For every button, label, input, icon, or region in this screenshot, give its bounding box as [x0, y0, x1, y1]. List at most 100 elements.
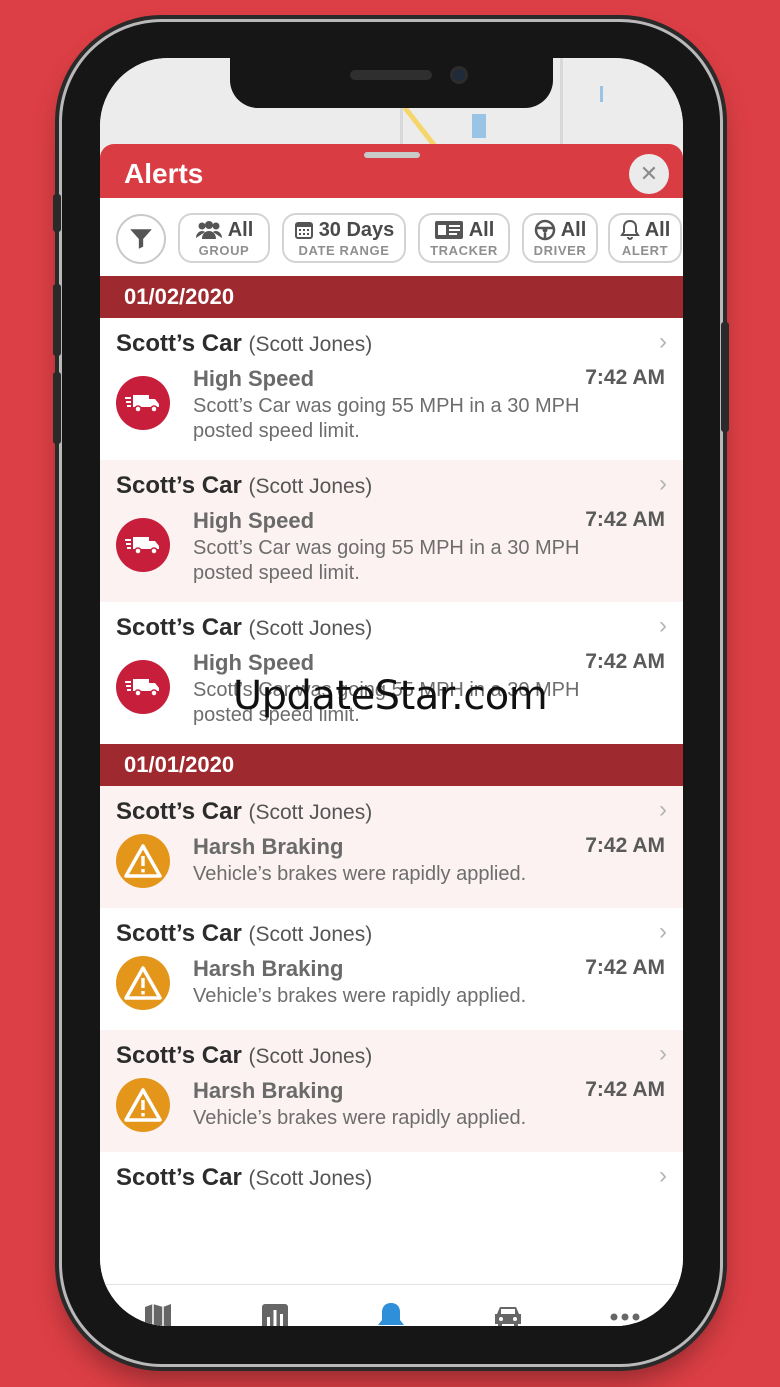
filter-chip-tracker[interactable]: All TRACKER — [418, 213, 510, 263]
tab-trackers[interactable]: Trackers — [450, 1285, 567, 1326]
speeding-truck-icon — [116, 518, 170, 572]
chevron-right-icon: › — [659, 470, 667, 497]
filter-chip-alert[interactable]: All ALERT — [608, 213, 682, 263]
warning-icon — [116, 956, 170, 1010]
filter-button[interactable] — [116, 214, 166, 264]
vehicle-name: Scott’s Car — [116, 1164, 242, 1191]
alert-description: Vehicle’s brakes were rapidly applied. — [193, 1107, 527, 1129]
alert-row[interactable]: Scott’s Car (Scott Jones) › High Speed 7:42… — [100, 460, 683, 602]
more-dots-icon — [609, 1301, 641, 1326]
bar-chart-icon — [261, 1301, 289, 1326]
driver-name: (Scott Jones) — [248, 923, 373, 946]
vehicle-name: Scott’s Car — [116, 798, 242, 825]
tab-alerts[interactable]: Alerts — [333, 1285, 450, 1326]
vehicle-name: Scott’s Car — [116, 472, 242, 499]
vehicle-title: Scott’s Car (Scott Jones) — [116, 798, 372, 826]
tab-more[interactable]: More — [566, 1285, 683, 1326]
calendar-icon — [294, 220, 314, 240]
vehicle-title: Scott’s Car (Scott Jones) — [116, 472, 372, 500]
chip-value: All — [560, 218, 587, 241]
chevron-right-icon: › — [659, 918, 667, 945]
alert-type: Harsh Braking — [193, 834, 344, 859]
close-icon: ✕ — [639, 161, 659, 186]
alert-row[interactable]: Scott’s Car (Scott Jones) › — [100, 1152, 683, 1212]
filter-icon — [130, 229, 152, 249]
chip-top: All — [534, 218, 587, 241]
alert-description: Vehicle’s brakes were rapidly applied. — [193, 985, 527, 1007]
chip-label: GROUP — [198, 242, 250, 258]
filter-chip-group[interactable]: All GROUP — [178, 213, 270, 263]
vehicle-name: Scott’s Car — [116, 1042, 242, 1069]
chevron-right-icon: › — [659, 612, 667, 639]
chevron-right-icon: › — [659, 1040, 667, 1067]
alert-description: Vehicle’s brakes were rapidly applied. — [193, 863, 527, 885]
alert-type: Harsh Braking — [193, 956, 344, 981]
date-header: 01/02/2020 — [100, 276, 683, 318]
chip-value: All — [468, 218, 495, 241]
map-icon — [143, 1301, 173, 1326]
alert-row[interactable]: Scott’s Car (Scott Jones) › Harsh Braking 7… — [100, 786, 683, 908]
chip-label: ALERT — [621, 242, 669, 258]
front-camera — [450, 66, 468, 84]
date-header: 01/01/2020 — [100, 744, 683, 786]
sheet-header: Alerts ✕ — [100, 144, 683, 198]
volume-up-button — [53, 284, 61, 356]
alert-description: Scott’s Car was going 55 MPH in a 30 MPH… — [193, 537, 580, 584]
driver-name: (Scott Jones) — [248, 801, 373, 824]
filter-chip-driver[interactable]: All DRIVER — [522, 213, 598, 263]
alert-time: 7:42 AM — [585, 1078, 665, 1101]
tab-bar: MapReportsAlertsTrackersMore — [100, 1284, 683, 1326]
warning-icon — [116, 1078, 170, 1132]
sheet-grabber[interactable] — [364, 152, 420, 158]
bell-icon — [619, 219, 640, 241]
alert-row[interactable]: Scott’s Car (Scott Jones) › Harsh Braking 7… — [100, 1030, 683, 1152]
alert-row[interactable]: Scott’s Car (Scott Jones) › High Speed 7:42… — [100, 318, 683, 460]
chip-top: All — [434, 218, 495, 241]
group-icon — [195, 220, 223, 240]
alert-row[interactable]: Scott’s Car (Scott Jones) › Harsh Braking 7… — [100, 908, 683, 1030]
notch — [230, 58, 553, 108]
alert-type: Harsh Braking — [193, 1078, 344, 1103]
driver-name: (Scott Jones) — [248, 1045, 373, 1068]
alert-time: 7:42 AM — [585, 834, 665, 857]
chip-top: All — [195, 219, 253, 241]
filter-bar: All GROUP 30 Days DATE RANGE All TRACKER All DR… — [100, 198, 683, 276]
driver-name: (Scott Jones) — [248, 333, 373, 356]
driver-name: (Scott Jones) — [248, 475, 373, 498]
speaker-grille — [350, 70, 432, 80]
chip-top: All — [619, 218, 671, 241]
alert-time: 7:42 AM — [585, 650, 665, 673]
steering-wheel-icon — [534, 219, 556, 241]
close-button[interactable]: ✕ — [629, 154, 669, 194]
chevron-right-icon: › — [659, 796, 667, 823]
chip-label: DRIVER — [533, 242, 587, 258]
vehicle-name: Scott’s Car — [116, 614, 242, 641]
chevron-right-icon: › — [659, 1162, 667, 1189]
vehicle-name: Scott’s Car — [116, 330, 242, 357]
tab-reports[interactable]: Reports — [217, 1285, 334, 1326]
chip-top: 30 Days — [294, 219, 394, 241]
vehicle-title: Scott’s Car (Scott Jones) — [116, 1164, 372, 1192]
vehicle-title: Scott’s Car (Scott Jones) — [116, 614, 372, 642]
power-button — [721, 322, 729, 432]
chevron-right-icon: › — [659, 328, 667, 355]
id-card-icon — [434, 220, 464, 240]
alert-type: High Speed — [193, 508, 315, 533]
car-icon — [492, 1301, 524, 1326]
vehicle-title: Scott’s Car (Scott Jones) — [116, 330, 372, 358]
volume-down-button — [53, 372, 61, 444]
chip-value: All — [644, 218, 671, 241]
tab-map[interactable]: Map — [100, 1285, 217, 1326]
alerts-list: 01/02/2020 Scott’s Car (Scott Jones) › High… — [100, 276, 683, 1212]
filter-chip-date-range[interactable]: 30 Days DATE RANGE — [282, 213, 406, 263]
chip-label: TRACKER — [430, 242, 498, 258]
alerts-sheet: Alerts ✕ All GROUP 30 Days DATE RANGE All TRA… — [100, 144, 683, 1326]
vehicle-title: Scott’s Car (Scott Jones) — [116, 1042, 372, 1070]
bell-icon — [376, 1301, 406, 1326]
warning-icon — [116, 834, 170, 888]
mute-switch — [53, 194, 61, 232]
vehicle-title: Scott’s Car (Scott Jones) — [116, 920, 372, 948]
vehicle-name: Scott’s Car — [116, 920, 242, 947]
alert-description: Scott’s Car was going 55 MPH in a 30 MPH… — [193, 395, 580, 442]
watermark: UpdateStar.com — [232, 673, 548, 719]
